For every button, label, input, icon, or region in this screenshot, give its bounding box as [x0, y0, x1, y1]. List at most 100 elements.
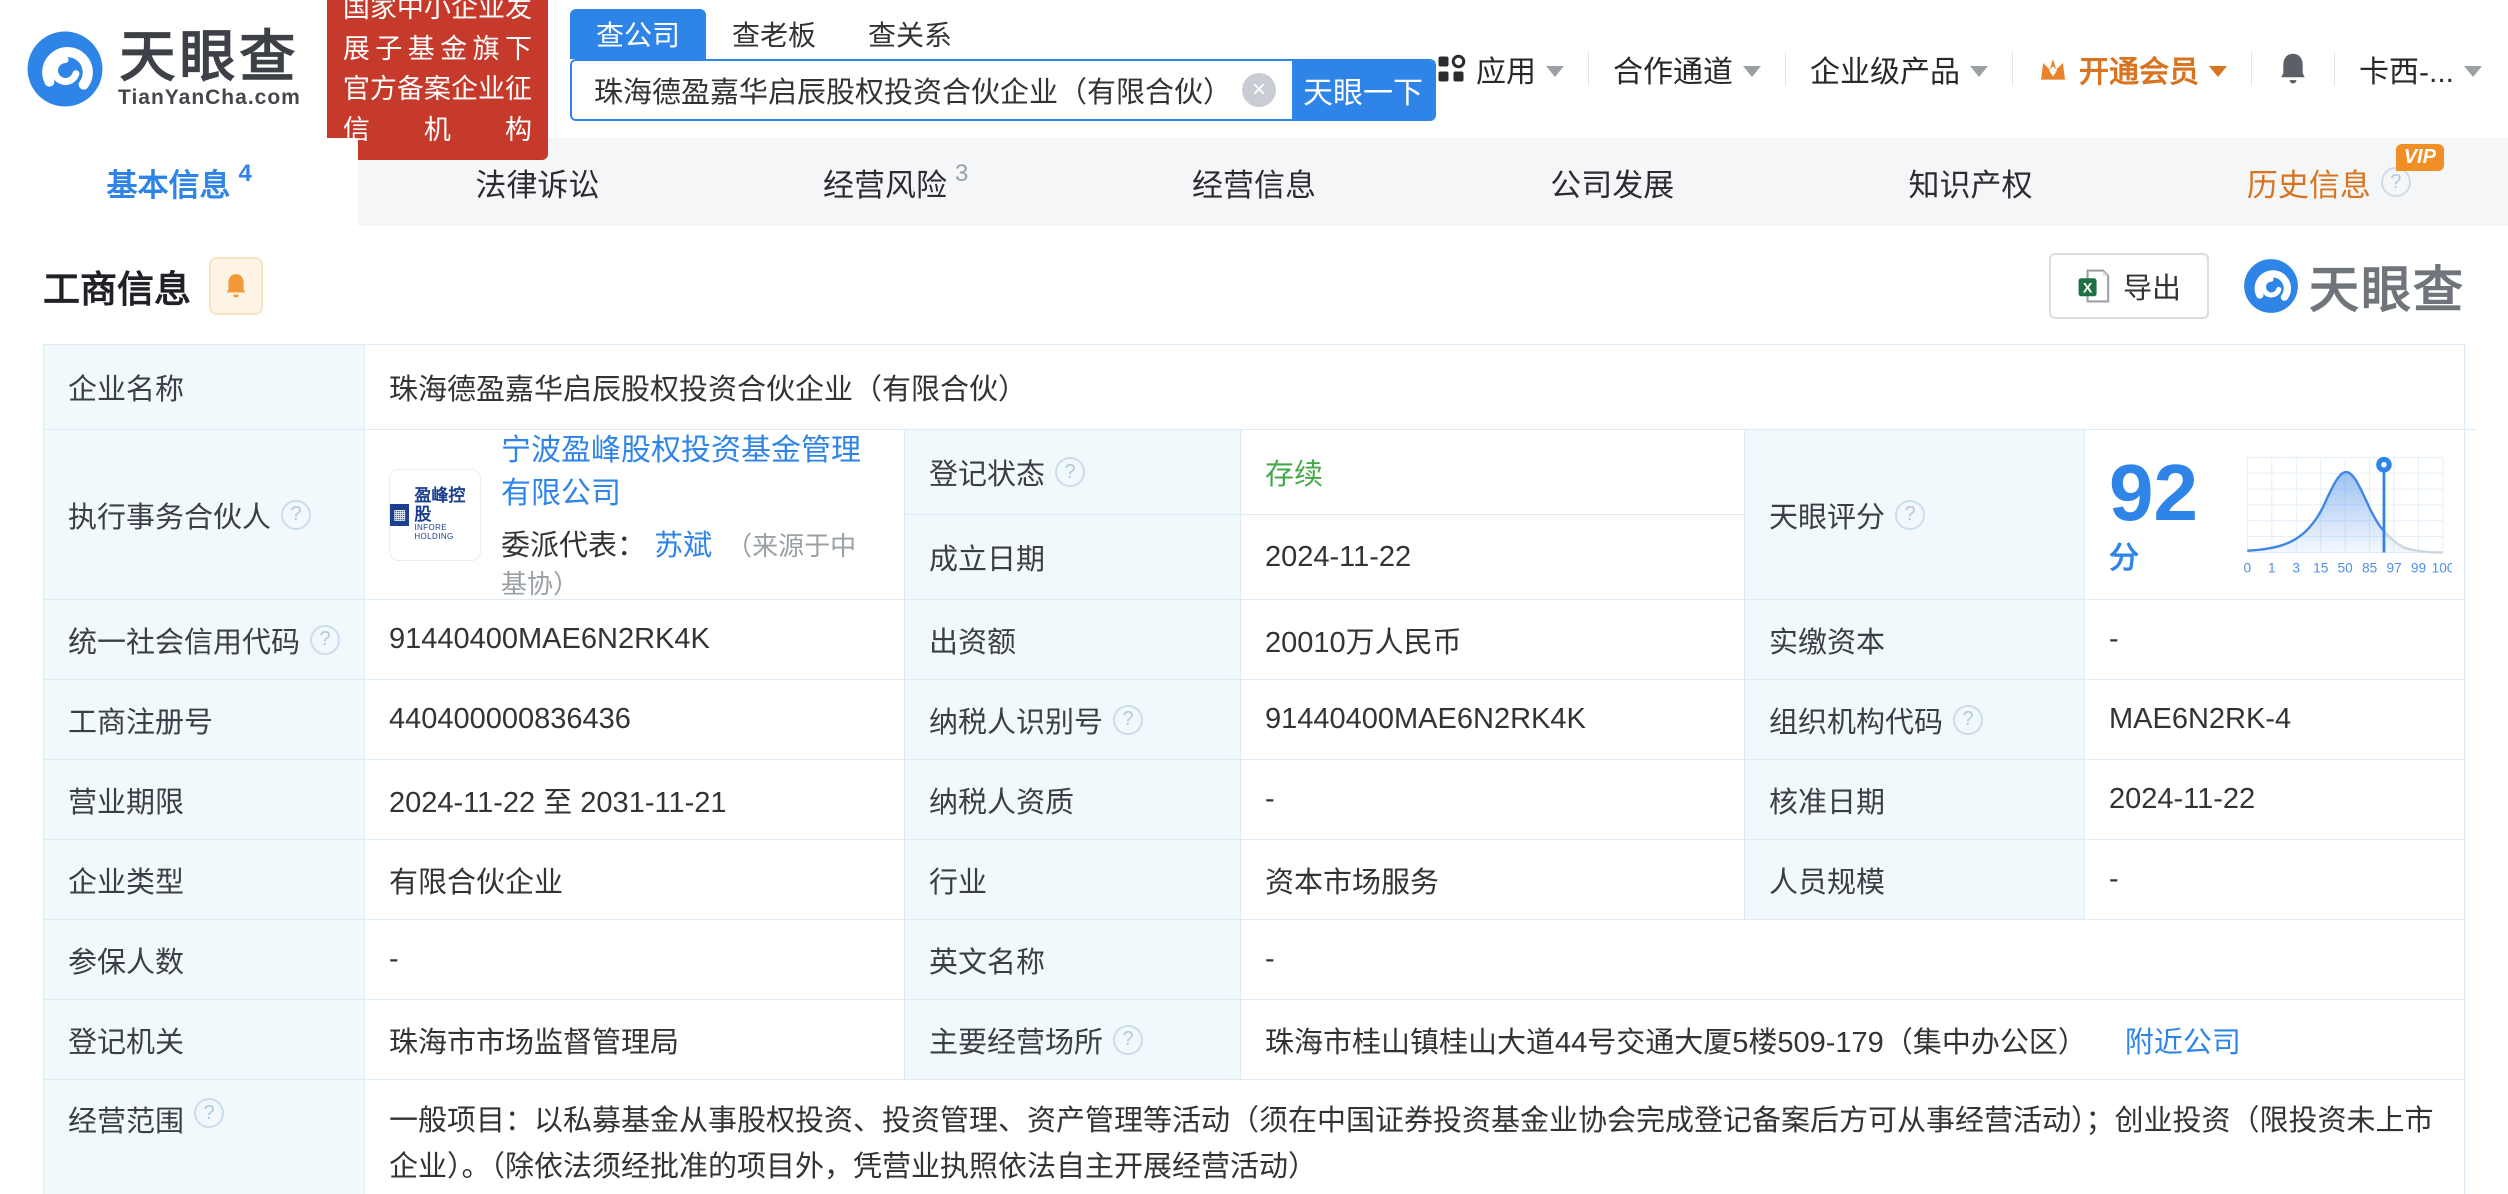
help-icon[interactable]: [1953, 704, 1984, 735]
badge-line-1: 国家中小企业发展子基金旗下: [342, 0, 532, 64]
tab-history-info[interactable]: VIP 历史信息: [2150, 138, 2508, 226]
tab-count: 4: [238, 160, 252, 187]
search-tab-relation[interactable]: 查关系: [842, 9, 978, 59]
field-label: 纳税人识别号: [904, 679, 1240, 759]
field-label: 纳税人资质: [904, 759, 1240, 839]
help-icon[interactable]: [281, 499, 312, 530]
search-tab-company[interactable]: 查公司: [570, 9, 707, 59]
search-tab-boss[interactable]: 查老板: [706, 9, 842, 59]
nav-open-vip[interactable]: 开通会员: [2037, 47, 2227, 91]
table-row: 统一社会信用代码 91440400MAE6N2RK4K 出资额 20010万人民…: [44, 599, 2464, 679]
field-label: 核准日期: [1744, 759, 2084, 839]
field-label: 执行事务合伙人: [44, 429, 364, 599]
tab-label: 公司发展: [1550, 167, 1675, 203]
org-code-value: MAE6N2RK-4: [2084, 679, 2464, 759]
tab-legal-proceedings[interactable]: 法律诉讼: [358, 138, 716, 226]
help-icon[interactable]: [310, 624, 340, 655]
nav-user-account[interactable]: 卡西-...: [2359, 47, 2482, 91]
tab-label: 经营信息: [1191, 167, 1316, 203]
tab-label: 历史信息: [2246, 167, 2371, 203]
field-label: 天眼评分: [1744, 429, 2084, 599]
field-label-text: 登记状态: [929, 459, 1046, 491]
field-label: 营业期限: [44, 759, 364, 839]
bell-icon: [226, 274, 246, 298]
help-icon[interactable]: [2380, 167, 2411, 197]
crown-icon: [2041, 59, 2065, 80]
field-label: 企业类型: [44, 839, 364, 919]
search-button[interactable]: 天眼一下: [1292, 61, 1434, 119]
nav-apps[interactable]: 应用: [1436, 47, 1564, 91]
company-detail-tabs: 基本信息 4 法律诉讼 经营风险 3 经营信息 公司发展 知识产权 VIP 历史…: [0, 138, 2508, 226]
field-label: 工商注册号: [44, 679, 364, 759]
help-icon[interactable]: [1055, 457, 1086, 487]
nearby-companies-link[interactable]: 附近公司: [2125, 1019, 2241, 1061]
nav-vip-label: 开通会员: [2079, 56, 2199, 89]
svg-text:15: 15: [2313, 560, 2329, 575]
section-title: 工商信息: [43, 269, 191, 310]
svg-text:1: 1: [2268, 560, 2276, 575]
tab-label: 基本信息: [106, 167, 231, 203]
export-label: 导出: [2122, 273, 2181, 305]
help-icon[interactable]: [1113, 1024, 1144, 1055]
field-label: 登记机关: [44, 999, 364, 1079]
divider: [1785, 52, 1786, 86]
partner-company-link[interactable]: 宁波盈峰股权投资基金管理有限公司: [501, 429, 880, 516]
nav-apps-label: 应用: [1476, 56, 1536, 89]
table-row: 经营范围 一般项目：以私募基金从事股权投资、投资管理、资产管理等活动（须在中国证…: [44, 1079, 2464, 1194]
search-input[interactable]: [572, 61, 1242, 119]
field-label-text: 执行事务合伙人: [68, 501, 272, 534]
field-label-text: 纳税人识别号: [929, 706, 1104, 739]
field-label: 企业名称: [44, 345, 364, 429]
subscribe-bell-button[interactable]: [209, 257, 263, 315]
tab-basic-info[interactable]: 基本信息 4: [0, 138, 359, 226]
table-row: 参保人数 - 英文名称 -: [44, 919, 2464, 999]
nav-cooperation[interactable]: 合作通道: [1613, 47, 1761, 91]
help-icon[interactable]: [1113, 704, 1144, 735]
table-row: 工商注册号 440400000836436 纳税人识别号 91440400MAE…: [44, 679, 2464, 759]
field-label: 统一社会信用代码: [44, 599, 364, 679]
rep-prefix: 委派代表：: [501, 529, 647, 562]
brand-name: 天眼查: [119, 24, 300, 88]
industry-value: 资本市场服务: [1240, 839, 1744, 919]
insured-count-value: -: [364, 919, 904, 999]
nav-enterprise-products[interactable]: 企业级产品: [1810, 47, 1988, 91]
representative-link[interactable]: 苏斌: [654, 530, 712, 562]
infore-logo-icon: ▦: [390, 503, 410, 526]
score-axis-ticks: 0 1 3 15 50 85 97 99 100: [2243, 560, 2452, 575]
excel-icon: X: [2078, 269, 2110, 303]
top-nav: 应用 合作通道 企业级产品 开通会员 卡西-...: [1436, 47, 2482, 91]
company-name-value: 珠海德盈嘉华启辰股权投资合伙企业（有限合伙）: [364, 345, 2464, 429]
tab-intellectual-property[interactable]: 知识产权: [1791, 138, 2149, 226]
field-label-text: 天眼评分: [1769, 501, 1886, 534]
partner-company-logo[interactable]: ▦ 盈峰控股 INFORE HOLDING: [389, 468, 481, 561]
tab-business-risk[interactable]: 经营风险 3: [717, 138, 1075, 226]
tab-label: 经营风险: [823, 167, 948, 203]
table-row: 执行事务合伙人 ▦ 盈峰控股 INFORE HOLDING 宁波盈峰股权投资基金…: [44, 429, 2476, 599]
divider: [2334, 52, 2335, 86]
search-tabs: 查公司 查老板 查关系: [570, 9, 1436, 59]
apps-grid-icon: [1438, 54, 1466, 82]
paid-capital-value: -: [2084, 599, 2464, 679]
score-distribution-chart: 0 1 3 15 50 85 97 99 100: [2243, 456, 2452, 575]
field-label: 登记状态: [904, 429, 1240, 514]
tab-company-development[interactable]: 公司发展: [1433, 138, 1791, 226]
username: 卡西-...: [2359, 56, 2454, 89]
score-unit: 分: [2109, 541, 2139, 575]
export-button[interactable]: X 导出: [2048, 253, 2209, 319]
business-info-table: 企业名称 珠海德盈嘉华启辰股权投资合伙企业（有限合伙） 执行事务合伙人 ▦ 盈峰…: [43, 344, 2476, 1194]
svg-text:50: 50: [2337, 560, 2353, 575]
tab-business-info[interactable]: 经营信息: [1075, 138, 1433, 226]
tianyan-score-cell: 92分 0 1 3 15 50 85 97 99 10: [2084, 429, 2476, 599]
tab-count: 3: [955, 160, 969, 187]
clear-search-icon[interactable]: ×: [1242, 73, 1276, 107]
business-address-value: 珠海市桂山镇桂山大道44号交通大厦5楼509-179（集中办公区）: [1265, 1026, 2087, 1059]
chevron-down-icon: [1970, 65, 1988, 77]
tianyancha-logo[interactable]: 天眼查 TianYanCha.com: [26, 24, 301, 111]
svg-text:100: 100: [2431, 560, 2452, 575]
vip-badge: VIP: [2395, 144, 2444, 171]
tianyancha-swirl-icon: [2244, 259, 2298, 313]
help-icon[interactable]: [194, 1098, 225, 1128]
field-label: 成立日期: [904, 514, 1240, 599]
notification-bell-icon[interactable]: [2276, 51, 2310, 87]
help-icon[interactable]: [1895, 499, 1926, 530]
